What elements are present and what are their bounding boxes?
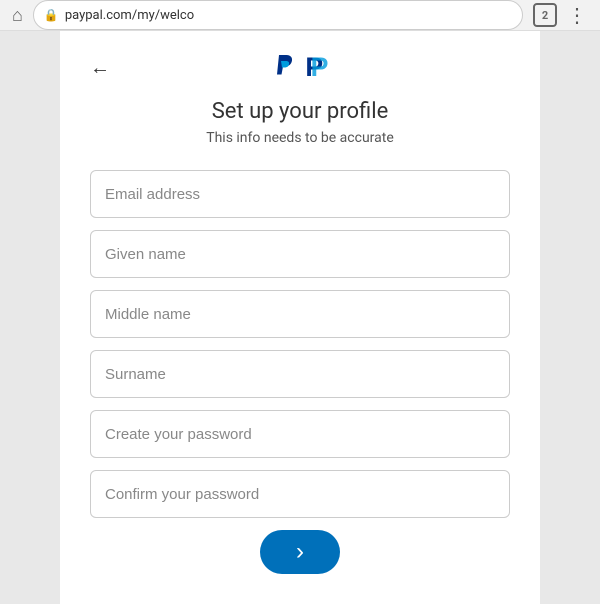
- confirm-password-input[interactable]: [90, 470, 510, 518]
- submit-btn-container: ›: [90, 530, 510, 574]
- create-password-input[interactable]: [90, 410, 510, 458]
- page-subtitle: This info needs to be accurate: [90, 130, 510, 146]
- email-field-group: [90, 170, 510, 218]
- page-wrapper: ← P P Set up your profile This info need…: [0, 31, 600, 604]
- nav-header: ← P P: [90, 51, 510, 83]
- confirm-password-field-group: [90, 470, 510, 518]
- middle-name-input[interactable]: [90, 290, 510, 338]
- given-name-field-group: [90, 230, 510, 278]
- surname-input[interactable]: [90, 350, 510, 398]
- address-text: paypal.com/my/welco: [65, 8, 512, 23]
- lock-icon: 🔒: [44, 8, 59, 22]
- browser-chrome: ⌂ 🔒 paypal.com/my/welco 2 ⋮: [0, 0, 600, 31]
- tab-count-icon[interactable]: 2: [533, 3, 557, 27]
- page-card: ← P P Set up your profile This info need…: [60, 31, 540, 604]
- address-bar[interactable]: 🔒 paypal.com/my/welco: [33, 0, 523, 30]
- back-button[interactable]: ←: [90, 55, 110, 80]
- browser-menu-icon[interactable]: ⋮: [567, 3, 588, 27]
- surname-field-group: [90, 350, 510, 398]
- submit-arrow-icon: ›: [296, 538, 304, 566]
- home-icon[interactable]: ⌂: [12, 5, 23, 26]
- svg-text:P: P: [311, 52, 329, 82]
- given-name-input[interactable]: [90, 230, 510, 278]
- paypal-logo-svg: [268, 51, 300, 83]
- paypal-p-mark: P P: [300, 51, 332, 83]
- email-input[interactable]: [90, 170, 510, 218]
- middle-name-field-group: [90, 290, 510, 338]
- page-title: Set up your profile: [90, 99, 510, 124]
- paypal-logo: P P: [268, 51, 332, 83]
- submit-button[interactable]: ›: [260, 530, 340, 574]
- create-password-field-group: [90, 410, 510, 458]
